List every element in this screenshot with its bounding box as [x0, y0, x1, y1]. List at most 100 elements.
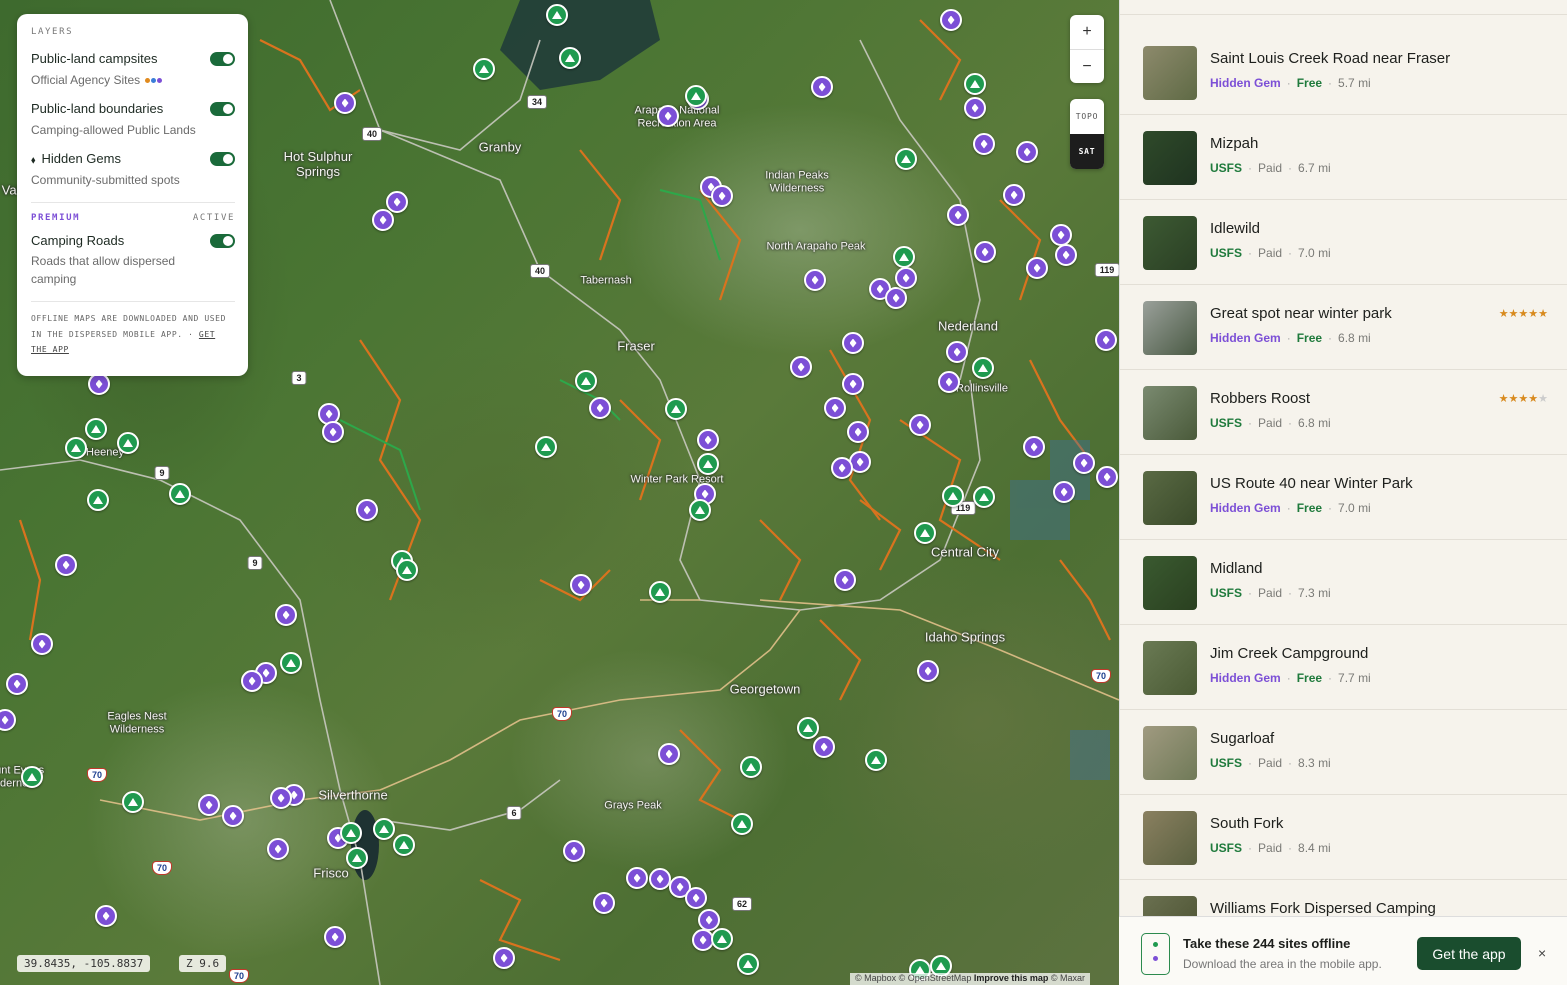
zoom-out-button[interactable]: −	[1070, 49, 1104, 83]
campsite-pin[interactable]	[964, 73, 986, 95]
campsite-pin[interactable]	[697, 453, 719, 475]
campsite-pin[interactable]	[797, 717, 819, 739]
campsite-pin[interactable]	[973, 486, 995, 508]
hidden-gem-pin[interactable]	[1096, 466, 1118, 488]
campsite-pin[interactable]	[893, 246, 915, 268]
hidden-gem-pin[interactable]	[1095, 329, 1117, 351]
hidden-gem-pin[interactable]	[222, 805, 244, 827]
map-canvas[interactable]: Granby Hot Sulphur Springs Arapaho Nationa…	[0, 0, 1119, 985]
hidden-gem-pin[interactable]	[946, 341, 968, 363]
campsite-pin[interactable]	[942, 485, 964, 507]
hidden-gem-pin[interactable]	[885, 287, 907, 309]
site-list-item[interactable]: US Route 40 near Winter Park Hidden Gem · F…	[1120, 455, 1567, 540]
campsite-pin[interactable]	[85, 418, 107, 440]
hidden-gem-pin[interactable]	[804, 269, 826, 291]
sat-button[interactable]: SAT	[1070, 134, 1104, 169]
campsite-pin[interactable]	[546, 4, 568, 26]
site-list-item[interactable]: Mizpah USFS · Paid · 6.7 mi	[1120, 115, 1567, 200]
campsite-pin[interactable]	[87, 489, 109, 511]
hidden-gem-pin[interactable]	[1073, 452, 1095, 474]
hidden-gem-pin[interactable]	[847, 421, 869, 443]
hidden-gem-pin[interactable]	[938, 371, 960, 393]
hidden-gem-pin[interactable]	[1003, 184, 1025, 206]
site-list-item[interactable]: Jim Creek Campground Hidden Gem · Free · 7.7 …	[1120, 625, 1567, 710]
campsite-pin[interactable]	[737, 953, 759, 975]
hidden-gem-pin[interactable]	[386, 191, 408, 213]
hidden-gem-pin[interactable]	[940, 9, 962, 31]
boundaries-toggle[interactable]	[210, 102, 235, 116]
campsites-toggle[interactable]	[210, 52, 235, 66]
hidden-gem-pin[interactable]	[831, 457, 853, 479]
campsite-pin[interactable]	[340, 822, 362, 844]
campsite-pin[interactable]	[972, 357, 994, 379]
campsite-pin[interactable]	[740, 756, 762, 778]
hidden-gem-pin[interactable]	[974, 241, 996, 263]
improve-map-link[interactable]: Improve this map	[974, 973, 1049, 983]
campsite-pin[interactable]	[21, 766, 43, 788]
site-list-item[interactable]: Idlewild USFS · Paid · 7.0 mi	[1120, 200, 1567, 285]
site-list-item[interactable]: Saint Louis Creek Road near Fraser Hidden…	[1120, 30, 1567, 115]
campsite-pin[interactable]	[689, 499, 711, 521]
site-list-item[interactable]: Robbers Roost USFS · Paid · 6.8 mi ★★★★★	[1120, 370, 1567, 455]
hidden-gem-pin[interactable]	[31, 633, 53, 655]
hidden-gem-pin[interactable]	[1055, 244, 1077, 266]
hidden-gem-pin[interactable]	[842, 373, 864, 395]
campsite-pin[interactable]	[396, 559, 418, 581]
hidden-gem-pin[interactable]	[842, 332, 864, 354]
hidden-gem-pin[interactable]	[698, 909, 720, 931]
campsite-pin[interactable]	[346, 847, 368, 869]
hidden-gem-pin[interactable]	[55, 554, 77, 576]
hidden-gem-pin[interactable]	[88, 373, 110, 395]
hidden-gem-pin[interactable]	[649, 868, 671, 890]
campsite-pin[interactable]	[122, 791, 144, 813]
hidden-gem-pin[interactable]	[270, 787, 292, 809]
hidden-gem-pin[interactable]	[275, 604, 297, 626]
get-app-button[interactable]: Get the app	[1417, 937, 1521, 970]
campsite-pin[interactable]	[685, 85, 707, 107]
hidden-gem-pin[interactable]	[697, 429, 719, 451]
hidden-gem-pin[interactable]	[372, 209, 394, 231]
hidden-gem-pin[interactable]	[711, 185, 733, 207]
campsite-pin[interactable]	[169, 483, 191, 505]
hidden-gem-pin[interactable]	[593, 892, 615, 914]
hidden-gem-pin[interactable]	[493, 947, 515, 969]
site-list-item[interactable]: Great spot near winter park Hidden Gem · Fr…	[1120, 285, 1567, 370]
hidden-gem-pin[interactable]	[1050, 224, 1072, 246]
list-item-partial[interactable]	[1120, 0, 1567, 15]
roads-toggle[interactable]	[210, 234, 235, 248]
hidden-gem-pin[interactable]	[964, 97, 986, 119]
campsite-pin[interactable]	[711, 928, 733, 950]
topo-button[interactable]: TOPO	[1070, 99, 1104, 134]
campsite-pin[interactable]	[473, 58, 495, 80]
hidden-gem-pin[interactable]	[267, 838, 289, 860]
site-list-item[interactable]: Sugarloaf USFS · Paid · 8.3 mi	[1120, 710, 1567, 795]
hidden-gem-pin[interactable]	[563, 840, 585, 862]
hidden-gem-pin[interactable]	[95, 905, 117, 927]
hidden-gem-pin[interactable]	[947, 204, 969, 226]
zoom-in-button[interactable]: +	[1070, 15, 1104, 49]
hidden-gem-pin[interactable]	[589, 397, 611, 419]
hidden-gem-pin[interactable]	[685, 887, 707, 909]
hidden-gem-pin[interactable]	[658, 743, 680, 765]
campsite-pin[interactable]	[373, 818, 395, 840]
hidden-gem-pin[interactable]	[824, 397, 846, 419]
site-list-item[interactable]: South Fork USFS · Paid · 8.4 mi	[1120, 795, 1567, 880]
hidden-gem-pin[interactable]	[626, 867, 648, 889]
campsite-pin[interactable]	[559, 47, 581, 69]
hidden-gem-pin[interactable]	[6, 673, 28, 695]
campsite-pin[interactable]	[535, 436, 557, 458]
close-icon[interactable]: ×	[1538, 945, 1546, 961]
hidden-gem-pin[interactable]	[917, 660, 939, 682]
hidden-gem-pin[interactable]	[811, 76, 833, 98]
campsite-pin[interactable]	[65, 437, 87, 459]
hidden-gem-pin[interactable]	[1023, 436, 1045, 458]
hidden-gem-pin[interactable]	[790, 356, 812, 378]
hidden-gem-pin[interactable]	[1016, 141, 1038, 163]
campsite-pin[interactable]	[649, 581, 671, 603]
hidden-gem-pin[interactable]	[334, 92, 356, 114]
campsite-pin[interactable]	[665, 398, 687, 420]
hidden-gem-pin[interactable]	[324, 926, 346, 948]
hidden-gem-pin[interactable]	[973, 133, 995, 155]
campsite-pin[interactable]	[393, 834, 415, 856]
hidden-gem-pin[interactable]	[356, 499, 378, 521]
